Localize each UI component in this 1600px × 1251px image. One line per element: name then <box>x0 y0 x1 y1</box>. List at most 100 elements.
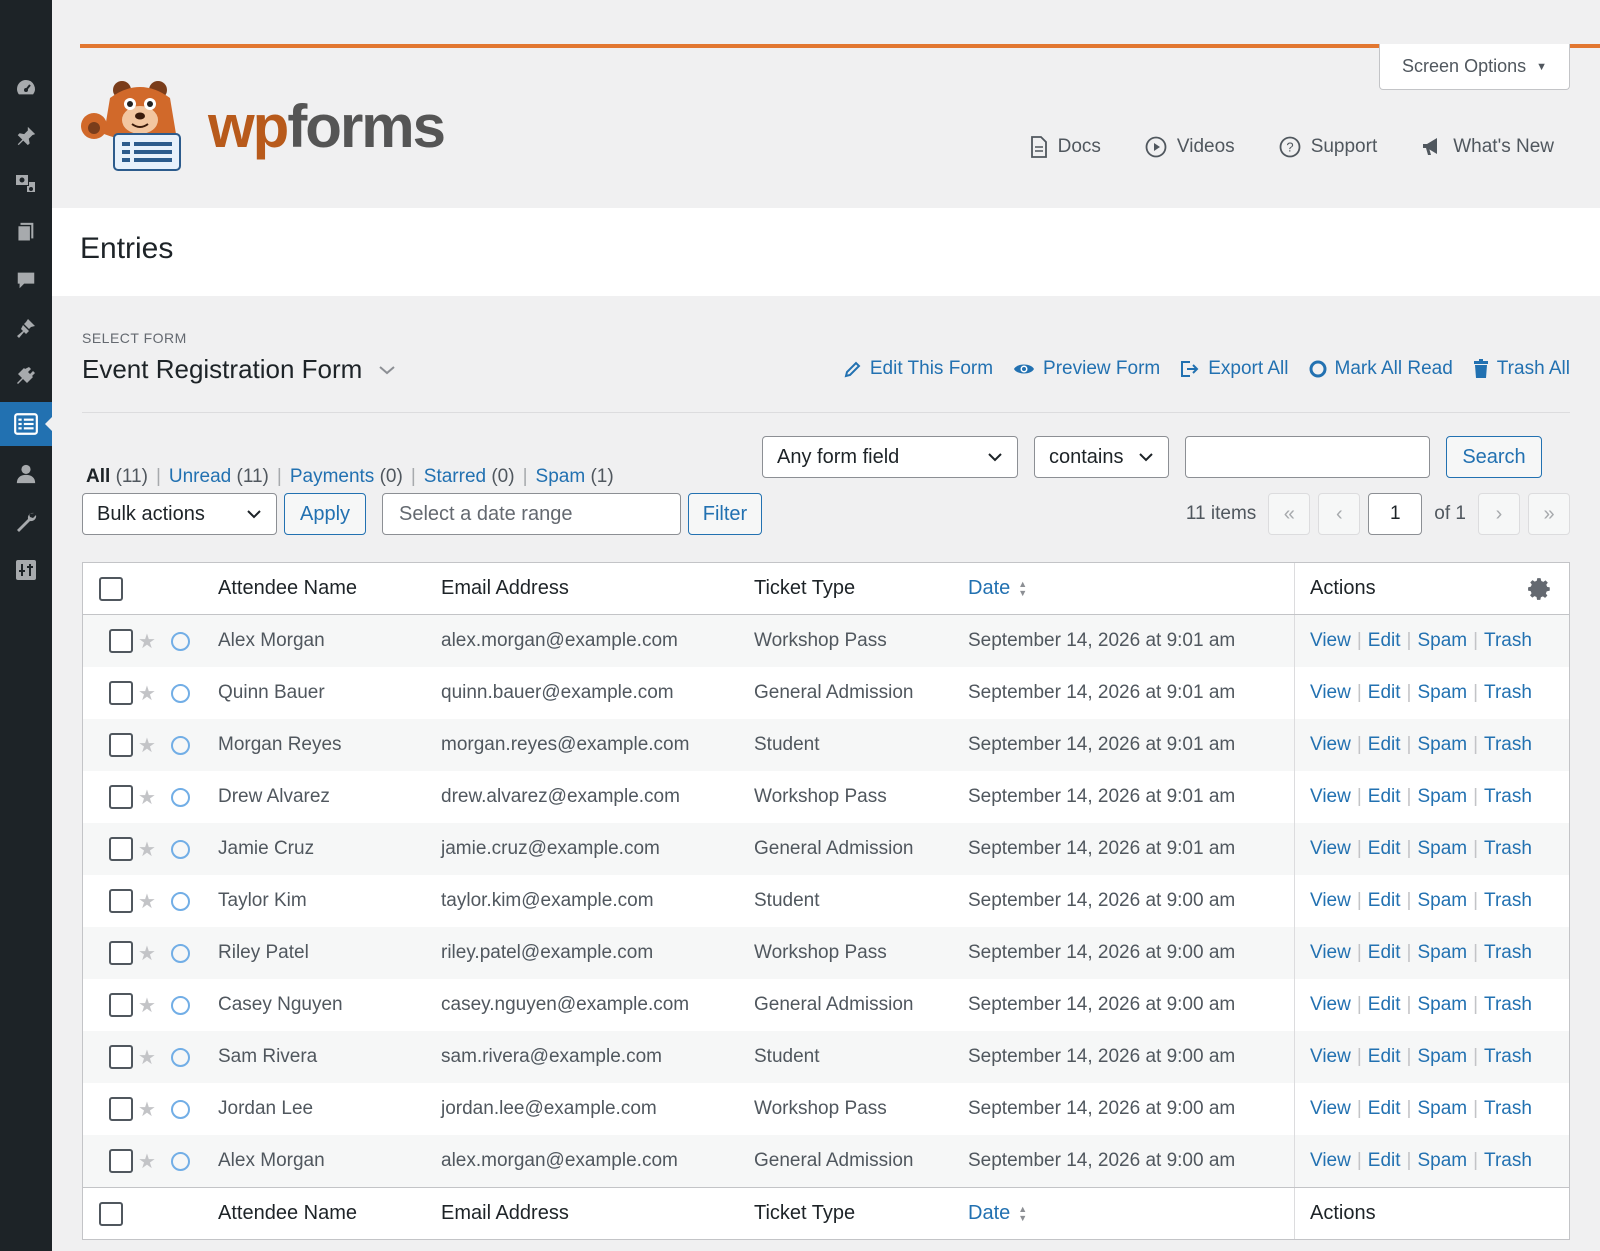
row-action-spam[interactable]: Spam <box>1417 734 1467 756</box>
support-link[interactable]: ? Support <box>1279 136 1377 158</box>
unread-indicator-icon[interactable] <box>171 839 190 859</box>
column-date[interactable]: Date ▲ ▼ <box>968 1188 1027 1239</box>
row-action-spam[interactable]: Spam <box>1417 994 1467 1016</box>
row-action-trash[interactable]: Trash <box>1484 630 1532 652</box>
gear-icon[interactable] <box>1527 576 1553 602</box>
tools-icon[interactable] <box>0 500 52 544</box>
row-checkbox[interactable] <box>109 1045 133 1069</box>
row-action-spam[interactable]: Spam <box>1417 1150 1467 1172</box>
unread-indicator-icon[interactable] <box>171 631 190 651</box>
row-checkbox[interactable] <box>109 785 133 809</box>
row-checkbox[interactable] <box>109 733 133 757</box>
plugins-icon[interactable] <box>0 354 52 398</box>
row-checkbox[interactable] <box>109 629 133 653</box>
operator-select[interactable]: contains <box>1034 436 1169 478</box>
view-starred[interactable]: Starred (0) <box>424 466 515 488</box>
docs-link[interactable]: Docs <box>1030 136 1101 158</box>
star-icon[interactable]: ★ <box>138 823 156 875</box>
view-payments[interactable]: Payments (0) <box>290 466 403 488</box>
whats-new-link[interactable]: What's New <box>1421 136 1554 158</box>
row-action-edit[interactable]: Edit <box>1368 942 1401 964</box>
star-icon[interactable]: ★ <box>138 979 156 1031</box>
column-date[interactable]: Date ▲ ▼ <box>968 563 1027 614</box>
unread-indicator-icon[interactable] <box>171 995 190 1015</box>
row-action-trash[interactable]: Trash <box>1484 1098 1532 1120</box>
filter-button[interactable]: Filter <box>688 493 762 535</box>
row-action-edit[interactable]: Edit <box>1368 1098 1401 1120</box>
media-icon[interactable] <box>0 162 52 206</box>
row-action-view[interactable]: View <box>1310 1150 1351 1172</box>
unread-indicator-icon[interactable] <box>171 1099 190 1119</box>
settings-icon[interactable] <box>0 548 52 592</box>
star-icon[interactable]: ★ <box>138 927 156 979</box>
search-button[interactable]: Search <box>1446 436 1542 478</box>
unread-indicator-icon[interactable] <box>171 787 190 807</box>
dashboard-icon[interactable] <box>0 66 52 110</box>
select-all-checkbox[interactable] <box>99 576 123 601</box>
field-select[interactable]: Any form field <box>762 436 1018 478</box>
row-checkbox[interactable] <box>109 993 133 1017</box>
row-action-trash[interactable]: Trash <box>1484 942 1532 964</box>
star-icon[interactable]: ★ <box>138 875 156 927</box>
star-icon[interactable]: ★ <box>138 1135 156 1187</box>
unread-indicator-icon[interactable] <box>171 683 190 703</box>
bulk-actions-select[interactable]: Bulk actions <box>82 493 277 535</box>
trash-all-link[interactable]: Trash All <box>1473 358 1570 380</box>
row-checkbox[interactable] <box>109 889 133 913</box>
export-all-link[interactable]: Export All <box>1180 358 1289 380</box>
star-icon[interactable]: ★ <box>138 1083 156 1135</box>
unread-indicator-icon[interactable] <box>171 1047 190 1067</box>
first-page-button[interactable]: « <box>1268 493 1311 535</box>
row-action-view[interactable]: View <box>1310 994 1351 1016</box>
row-action-trash[interactable]: Trash <box>1484 838 1532 860</box>
row-action-edit[interactable]: Edit <box>1368 734 1401 756</box>
preview-form-link[interactable]: Preview Form <box>1013 358 1160 380</box>
row-action-spam[interactable]: Spam <box>1417 1098 1467 1120</box>
row-action-spam[interactable]: Spam <box>1417 838 1467 860</box>
screen-options-button[interactable]: Screen Options ▼ <box>1379 44 1570 90</box>
unread-indicator-icon[interactable] <box>171 891 190 911</box>
row-action-edit[interactable]: Edit <box>1368 994 1401 1016</box>
row-checkbox[interactable] <box>109 941 133 965</box>
row-action-view[interactable]: View <box>1310 942 1351 964</box>
view-all[interactable]: All (11) <box>86 466 148 488</box>
next-page-button[interactable]: › <box>1478 493 1520 535</box>
row-action-trash[interactable]: Trash <box>1484 1150 1532 1172</box>
users-icon[interactable] <box>0 452 52 496</box>
unread-indicator-icon[interactable] <box>171 943 190 963</box>
row-action-spam[interactable]: Spam <box>1417 786 1467 808</box>
row-action-view[interactable]: View <box>1310 630 1351 652</box>
comments-icon[interactable] <box>0 258 52 302</box>
row-action-edit[interactable]: Edit <box>1368 630 1401 652</box>
row-action-view[interactable]: View <box>1310 682 1351 704</box>
row-checkbox[interactable] <box>109 1097 133 1121</box>
row-action-trash[interactable]: Trash <box>1484 682 1532 704</box>
mark-all-read-link[interactable]: Mark All Read <box>1309 358 1453 380</box>
row-action-spam[interactable]: Spam <box>1417 890 1467 912</box>
pages-icon[interactable] <box>0 210 52 254</box>
view-spam[interactable]: Spam (1) <box>536 466 614 488</box>
videos-link[interactable]: Videos <box>1145 136 1235 158</box>
form-selector[interactable]: Event Registration Form <box>82 354 396 385</box>
row-checkbox[interactable] <box>109 681 133 705</box>
search-input[interactable] <box>1185 436 1430 478</box>
row-action-spam[interactable]: Spam <box>1417 682 1467 704</box>
current-page-input[interactable]: 1 <box>1368 493 1423 535</box>
row-action-edit[interactable]: Edit <box>1368 786 1401 808</box>
row-action-view[interactable]: View <box>1310 734 1351 756</box>
star-icon[interactable]: ★ <box>138 667 156 719</box>
view-unread[interactable]: Unread (11) <box>169 466 269 488</box>
edit-form-link[interactable]: Edit This Form <box>844 358 993 380</box>
wpforms-icon[interactable] <box>0 402 53 446</box>
appearance-icon[interactable] <box>0 306 52 350</box>
row-action-spam[interactable]: Spam <box>1417 942 1467 964</box>
row-action-trash[interactable]: Trash <box>1484 890 1532 912</box>
row-action-view[interactable]: View <box>1310 786 1351 808</box>
prev-page-button[interactable]: ‹ <box>1318 493 1361 535</box>
star-icon[interactable]: ★ <box>138 771 156 823</box>
star-icon[interactable]: ★ <box>138 615 156 667</box>
row-action-trash[interactable]: Trash <box>1484 1046 1532 1068</box>
unread-indicator-icon[interactable] <box>171 735 190 755</box>
star-icon[interactable]: ★ <box>138 1031 156 1083</box>
unread-indicator-icon[interactable] <box>171 1151 190 1171</box>
